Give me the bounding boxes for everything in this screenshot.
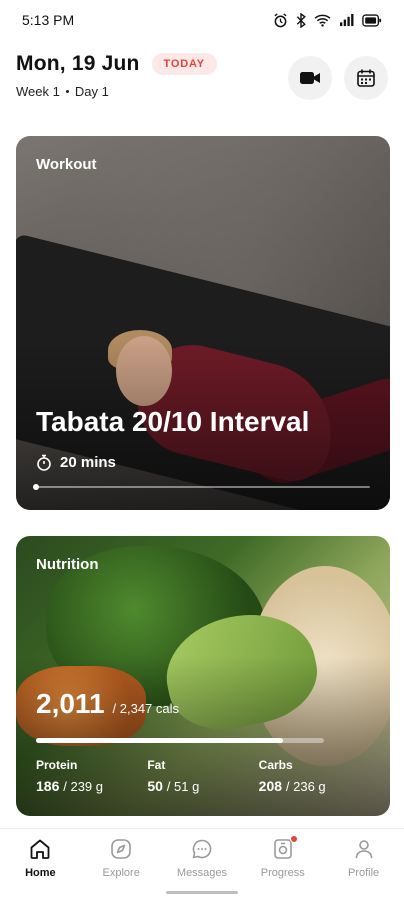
notification-dot: [289, 835, 298, 843]
workout-progress-knob: [33, 484, 39, 490]
today-badge: TODAY: [151, 53, 217, 75]
macro-value: 186: [36, 778, 60, 794]
status-bar: 5:13 PM: [0, 0, 404, 40]
message-icon: [192, 839, 212, 859]
workout-card-label: Workout: [36, 156, 97, 173]
macro-carbs: Carbs 208 / 236 g: [259, 758, 370, 794]
calorie-progress-fill: [36, 738, 283, 743]
stopwatch-icon: [37, 454, 51, 471]
separator-dot: [65, 90, 69, 93]
nutrition-card-label: Nutrition: [36, 556, 99, 573]
nav-label: Explore: [102, 867, 140, 879]
home-indicator: [166, 891, 238, 894]
alarm-icon: [274, 12, 287, 27]
calendar-icon: [357, 69, 375, 87]
macro-total: / 236 g: [285, 779, 326, 794]
video-button[interactable]: [288, 56, 332, 100]
macros-row: Protein 186 / 239 g Fat 50 / 51 g Carbs …: [36, 758, 370, 794]
nutrition-card[interactable]: Nutrition 2,011 / 2,347 cals Protein 186…: [16, 536, 390, 816]
workout-title: Tabata 20/10 Interval: [36, 406, 310, 437]
macro-label: Protein: [36, 758, 78, 772]
workout-progress-bar: [33, 484, 370, 490]
bluetooth-icon: [296, 12, 306, 28]
calories-target: / 2,347 cals: [112, 701, 180, 716]
status-time: 5:13 PM: [22, 12, 75, 28]
day-label: Day 1: [74, 84, 109, 99]
workout-duration: 20 mins: [36, 454, 116, 471]
macro-value: 50: [147, 778, 163, 794]
nav-item-home[interactable]: Home: [4, 837, 76, 900]
nav-label: Progress: [260, 867, 305, 879]
nav-item-profile[interactable]: Profile: [328, 837, 400, 900]
battery-icon: [362, 13, 382, 27]
calories-consumed: 2,011: [36, 688, 105, 719]
macro-value: 208: [258, 778, 283, 794]
nav-item-progress[interactable]: Progress: [247, 835, 319, 900]
calorie-summary: 2,011 / 2,347 cals: [36, 688, 179, 720]
signal-icon: [340, 13, 354, 26]
profile-icon: [355, 840, 372, 859]
week-label: Week 1: [16, 84, 60, 99]
page-title: Mon, 19 Jun: [16, 52, 140, 75]
macro-label: Carbs: [258, 758, 293, 772]
bottom-nav: Home Explore Messages Progress Profile: [0, 828, 404, 900]
wifi-icon: [314, 14, 331, 27]
workout-duration-text: 20 mins: [60, 454, 116, 471]
calorie-progress-bar: [36, 738, 324, 743]
page-header: Mon, 19 Jun TODAY Week 1 Day 1: [16, 52, 388, 108]
macro-total: / 239 g: [63, 779, 104, 794]
nav-item-explore[interactable]: Explore: [85, 837, 157, 900]
nav-label: Messages: [176, 867, 228, 879]
macro-protein: Protein 186 / 239 g: [36, 758, 147, 794]
macro-total: / 51 g: [166, 779, 200, 794]
status-icons: [273, 12, 382, 28]
nav-label: Home: [25, 867, 56, 879]
nav-label: Profile: [347, 867, 380, 879]
progress-icon-wrap: [271, 835, 298, 861]
compass-icon: [111, 839, 131, 859]
video-camera-icon: [300, 72, 320, 84]
workout-card[interactable]: Workout Tabata 20/10 Interval 20 mins: [16, 136, 390, 510]
home-icon: [30, 839, 50, 859]
calendar-button[interactable]: [344, 56, 388, 100]
macro-fat: Fat 50 / 51 g: [147, 758, 258, 794]
macro-label: Fat: [147, 758, 166, 772]
